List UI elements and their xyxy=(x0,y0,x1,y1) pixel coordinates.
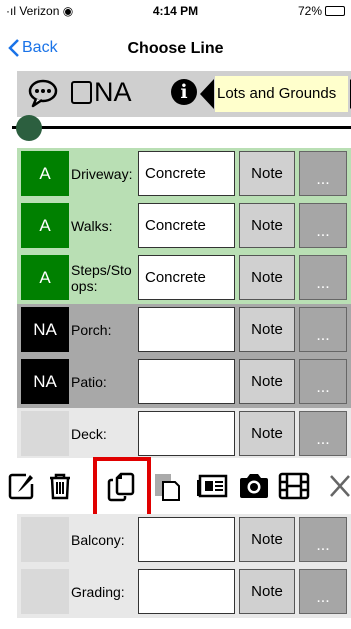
value-field[interactable] xyxy=(138,307,235,352)
more-button[interactable]: ... xyxy=(299,411,347,456)
section-toolbar: NA i Lots and Grounds xyxy=(17,71,351,117)
row-label: Deck: xyxy=(71,426,107,442)
rating-badge[interactable]: A xyxy=(21,255,69,300)
action-bar xyxy=(0,458,351,514)
slider[interactable] xyxy=(12,112,351,142)
row-label: Driveway: xyxy=(71,166,133,182)
table-row[interactable]: A Driveway: Concrete Note... xyxy=(17,148,351,200)
more-button[interactable]: ... xyxy=(299,203,347,248)
note-button[interactable]: Note xyxy=(239,203,295,248)
row-label: Steps/Stoops: xyxy=(71,262,132,294)
trash-icon[interactable] xyxy=(48,472,72,505)
value-field[interactable]: Concrete xyxy=(138,151,235,196)
copy-highlight-box xyxy=(93,457,151,521)
note-button[interactable]: Note xyxy=(239,255,295,300)
battery-percent: 72% xyxy=(297,4,322,18)
battery-icon xyxy=(325,6,345,16)
checkbox-icon xyxy=(71,81,92,104)
paste-icon[interactable] xyxy=(153,472,181,507)
row-label: Patio: xyxy=(71,374,107,390)
speech-bubble-icon[interactable] xyxy=(27,78,59,113)
value-field[interactable] xyxy=(138,569,235,614)
rating-badge[interactable]: A xyxy=(21,203,69,248)
table-row[interactable]: A Steps/Stoops: Concrete Note... xyxy=(17,252,351,304)
table-row[interactable]: Balcony: Note... xyxy=(17,514,351,566)
slider-track xyxy=(12,126,351,129)
value-field[interactable] xyxy=(138,411,235,456)
slider-thumb[interactable] xyxy=(16,115,42,141)
note-button[interactable]: Note xyxy=(239,517,295,562)
section-name: Lots and Grounds xyxy=(215,76,348,112)
value-field[interactable]: Concrete xyxy=(138,203,235,248)
rating-badge[interactable] xyxy=(21,569,69,614)
status-bar: ·ıl Verizon ◉ 4:14 PM 72% xyxy=(0,0,351,22)
battery-indicator: 72% xyxy=(298,4,345,18)
rating-badge[interactable]: NA xyxy=(21,359,69,404)
note-button[interactable]: Note xyxy=(239,411,295,456)
close-icon[interactable] xyxy=(328,472,351,505)
table-row[interactable]: Grading: Note... xyxy=(17,566,351,618)
rating-badge[interactable] xyxy=(21,411,69,456)
row-label: Walks: xyxy=(71,218,113,234)
triangle-left-icon[interactable] xyxy=(200,79,214,109)
table-row[interactable]: A Walks: Concrete Note... xyxy=(17,200,351,252)
row-label: Porch: xyxy=(71,322,112,338)
rating-badge[interactable]: A xyxy=(21,151,69,196)
navigation-bar: Back Choose Line xyxy=(0,30,351,66)
info-icon[interactable]: i xyxy=(171,79,197,105)
value-field[interactable] xyxy=(138,517,235,562)
na-checkbox[interactable]: NA xyxy=(71,77,132,108)
camera-icon[interactable] xyxy=(238,472,270,505)
more-button[interactable]: ... xyxy=(299,255,347,300)
table-row[interactable]: NA Patio: Note... xyxy=(17,356,351,408)
rating-badge[interactable]: NA xyxy=(21,307,69,352)
more-button[interactable]: ... xyxy=(299,307,347,352)
card-icon[interactable] xyxy=(196,472,228,505)
value-field[interactable]: Concrete xyxy=(138,255,235,300)
note-button[interactable]: Note xyxy=(239,151,295,196)
note-button[interactable]: Note xyxy=(239,569,295,614)
note-button[interactable]: Note xyxy=(239,307,295,352)
more-button[interactable]: ... xyxy=(299,151,347,196)
more-button[interactable]: ... xyxy=(299,569,347,614)
row-label: Balcony: xyxy=(71,532,125,548)
note-button[interactable]: Note xyxy=(239,359,295,404)
table-row[interactable]: NA Porch: Note... xyxy=(17,304,351,356)
chevron-left-icon xyxy=(8,39,19,57)
edit-icon[interactable] xyxy=(8,472,36,505)
more-button[interactable]: ... xyxy=(299,517,347,562)
back-button[interactable]: Back xyxy=(8,39,58,57)
more-button[interactable]: ... xyxy=(299,359,347,404)
film-icon[interactable] xyxy=(278,472,310,505)
value-field[interactable] xyxy=(138,359,235,404)
rating-badge[interactable] xyxy=(21,517,69,562)
table-row[interactable]: Deck: Note... xyxy=(17,408,351,460)
row-label: Grading: xyxy=(71,584,125,600)
